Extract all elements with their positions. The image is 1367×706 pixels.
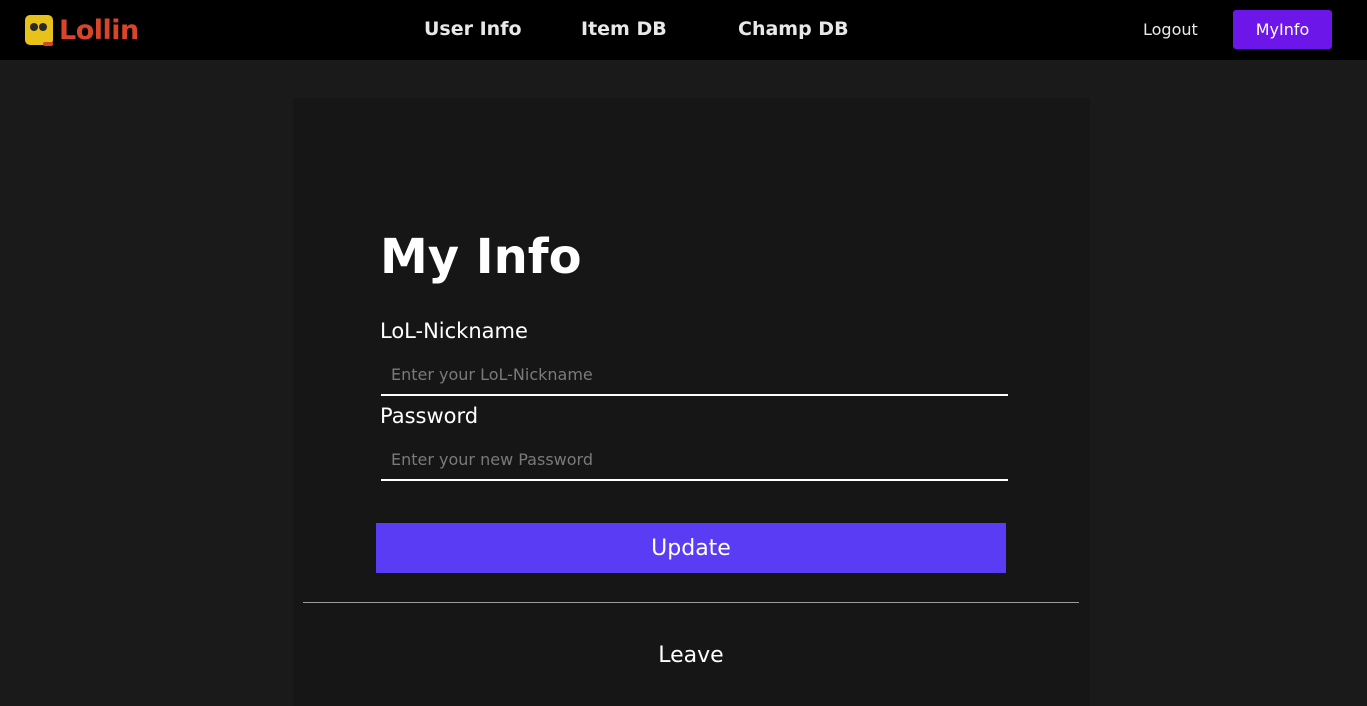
myinfo-panel <box>293 98 1090 706</box>
nav-item-db[interactable]: Item DB <box>581 18 667 40</box>
top-navbar: Lollin User Info Item DB Champ DB Logout… <box>0 0 1367 60</box>
password-label: Password <box>380 404 479 428</box>
password-input[interactable] <box>381 439 1008 481</box>
nav-user-info[interactable]: User Info <box>424 18 522 40</box>
update-button[interactable]: Update <box>376 523 1006 573</box>
leave-button[interactable]: Leave <box>303 643 1079 668</box>
divider <box>303 602 1079 603</box>
logout-link[interactable]: Logout <box>1143 20 1198 39</box>
nickname-label: LoL-Nickname <box>380 319 528 343</box>
logo-mascot-icon <box>25 15 53 49</box>
nav-champ-db[interactable]: Champ DB <box>738 18 849 40</box>
page-title: My Info <box>380 229 582 285</box>
lollin-logo[interactable]: Lollin <box>25 11 139 53</box>
nickname-input[interactable] <box>381 354 1008 396</box>
myinfo-button[interactable]: MyInfo <box>1233 10 1332 49</box>
logo-text: Lollin <box>59 14 139 46</box>
